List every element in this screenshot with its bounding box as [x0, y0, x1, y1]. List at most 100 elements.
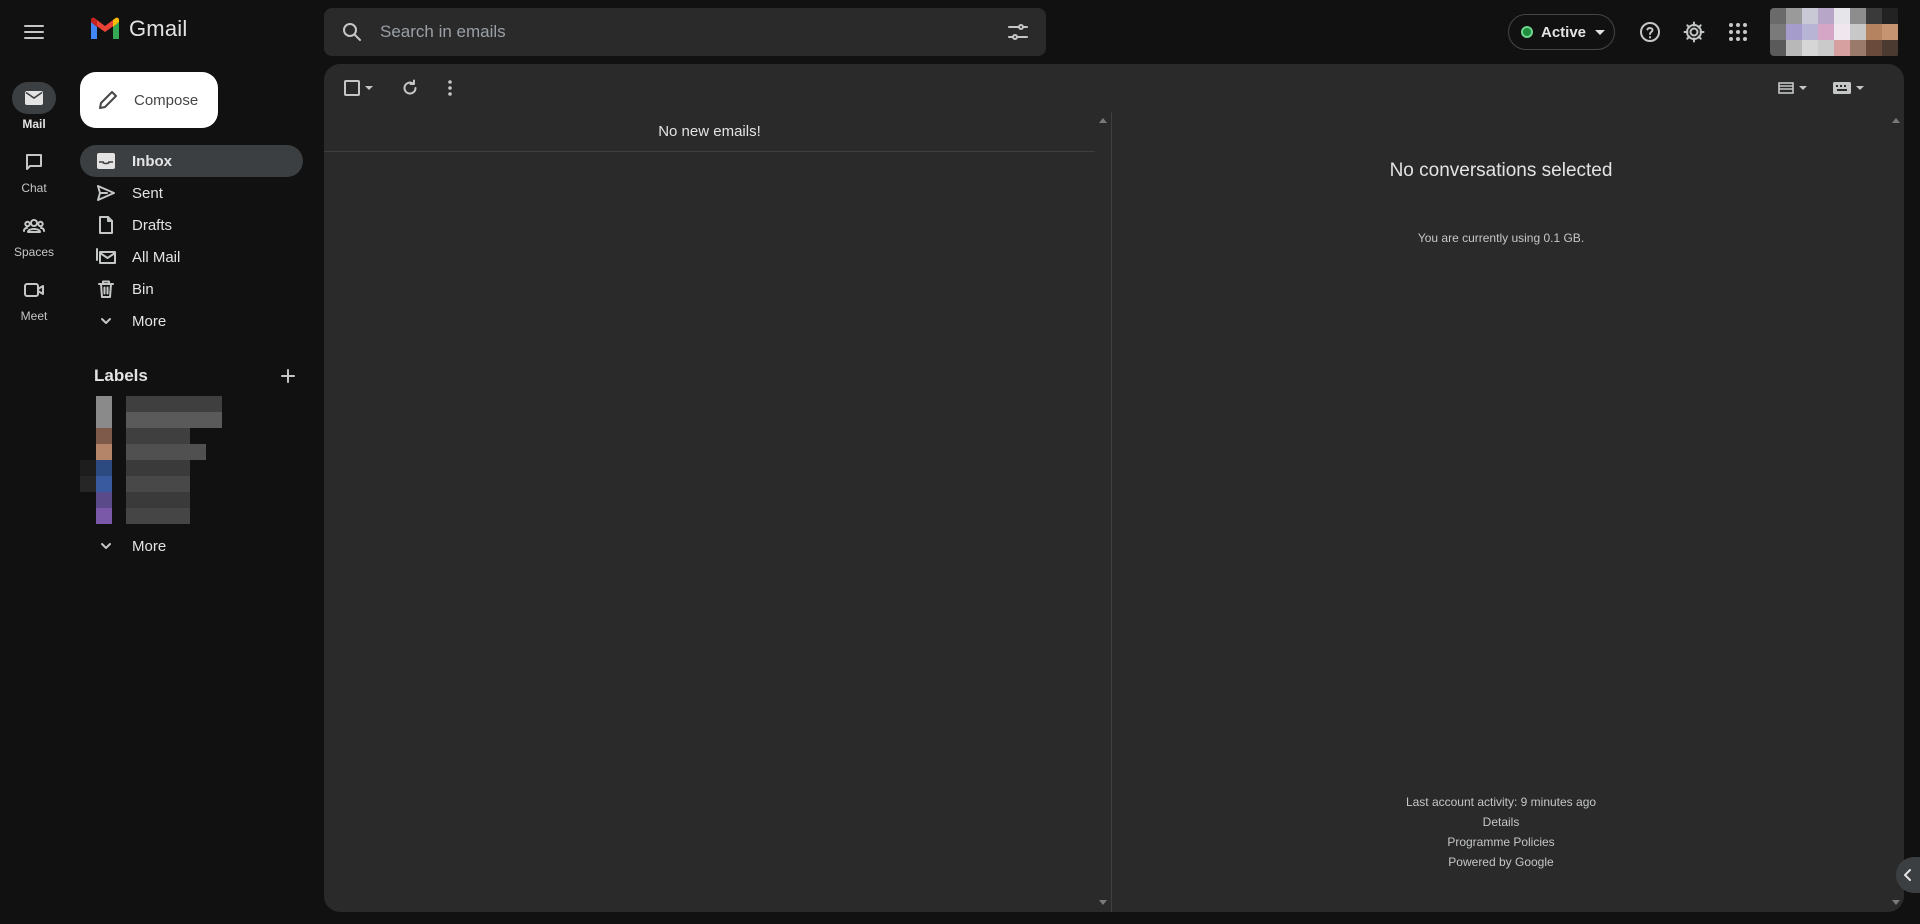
spaces-icon: [12, 210, 56, 242]
help-button[interactable]: [1630, 12, 1670, 52]
compose-label: Compose: [134, 91, 199, 109]
split-pane-toggle[interactable]: [1772, 72, 1812, 104]
caret-down-icon: [364, 86, 373, 90]
label-item[interactable]: [80, 492, 190, 508]
chevron-left-icon: [1904, 869, 1911, 881]
sidebar-item-all-mail[interactable]: All Mail: [80, 241, 303, 273]
label-item[interactable]: [80, 412, 222, 428]
bin-icon: [96, 279, 116, 299]
more-options-button[interactable]: [434, 72, 466, 104]
account-footer: Last account activity: 9 minutes ago Det…: [1116, 792, 1886, 872]
labels-more-label: More: [132, 537, 167, 555]
top-bar: Gmail Active: [0, 0, 1920, 64]
labels-list: [80, 396, 230, 524]
details-link[interactable]: Details: [1116, 812, 1886, 832]
chat-icon: [12, 146, 56, 178]
apps-icon: [1729, 23, 1747, 41]
scroll-up-icon[interactable]: [1892, 118, 1900, 123]
caret-down-icon: [1798, 86, 1807, 90]
help-icon: [1640, 22, 1660, 42]
labels-more-button[interactable]: More: [80, 530, 303, 562]
draft-icon: [96, 215, 116, 235]
sidebar-item-drafts[interactable]: Drafts: [80, 209, 303, 241]
keyboard-icon: [1832, 82, 1851, 94]
add-label-button[interactable]: [276, 364, 300, 388]
refresh-button[interactable]: [394, 72, 426, 104]
labels-title: Labels: [94, 366, 148, 385]
label-item[interactable]: [80, 428, 190, 444]
sidebar-item-sent[interactable]: Sent: [80, 177, 303, 209]
sidebar-item-label: All Mail: [132, 248, 181, 266]
search-input[interactable]: [380, 8, 940, 56]
reading-pane: No conversations selected You are curren…: [1116, 112, 1886, 912]
menu-icon: [24, 25, 44, 39]
settings-button[interactable]: [1674, 12, 1714, 52]
powered-by: Powered by Google: [1448, 855, 1554, 869]
compose-button[interactable]: Compose: [80, 72, 218, 128]
split-pane-icon: [1777, 82, 1794, 94]
rail-item-spaces[interactable]: Spaces: [0, 210, 68, 259]
input-tools-toggle[interactable]: [1828, 72, 1868, 104]
scroll-up-icon[interactable]: [1099, 118, 1107, 123]
mail-icon: [12, 82, 56, 114]
rail-label: Chat: [21, 181, 47, 195]
labels-more: More: [80, 530, 303, 562]
rail-item-meet[interactable]: Meet: [0, 274, 68, 323]
empty-inbox-message: No new emails!: [324, 112, 1095, 152]
last-activity: Last account activity: 9 minutes ago: [1405, 795, 1597, 809]
more-vert-icon: [448, 80, 452, 96]
search-icon[interactable]: [340, 20, 364, 44]
all-mail-icon: [96, 247, 116, 267]
sidebar-item-label: Drafts: [132, 216, 173, 234]
tune-icon[interactable]: [1006, 20, 1030, 44]
gear-icon: [1683, 21, 1705, 43]
status-dropdown[interactable]: Active: [1508, 14, 1615, 50]
gmail-m-icon: [91, 17, 119, 39]
status-dot-icon: [1521, 26, 1533, 38]
select-all-checkbox[interactable]: [338, 72, 378, 104]
label-item[interactable]: [80, 476, 190, 492]
gmail-logo[interactable]: Gmail: [89, 16, 187, 42]
status-label: Active: [1541, 23, 1587, 41]
checkbox-icon: [343, 80, 360, 96]
label-item[interactable]: [80, 508, 190, 524]
reading-pane-title: No conversations selected: [1389, 160, 1613, 181]
rail-label: Mail: [22, 117, 46, 131]
message-list: No new emails!: [324, 112, 1095, 912]
caret-down-icon: [1855, 86, 1864, 90]
main-menu-button[interactable]: [14, 12, 54, 52]
rail-label: Spaces: [13, 245, 55, 259]
account-avatar[interactable]: [1770, 8, 1900, 56]
inbox-icon: [96, 151, 116, 171]
scroll-down-icon[interactable]: [1099, 900, 1107, 905]
nav-list: Inbox Sent Drafts All Mail Bin More: [80, 145, 303, 337]
pane-divider[interactable]: [1111, 112, 1112, 912]
rail-item-mail[interactable]: Mail: [0, 82, 68, 131]
chevron-down-icon: [96, 536, 116, 556]
list-scrollbar[interactable]: [1095, 112, 1111, 912]
sidebar-item-label: Inbox: [132, 152, 172, 170]
caret-down-icon: [1595, 29, 1606, 35]
label-item[interactable]: [80, 460, 190, 476]
refresh-icon: [403, 79, 417, 95]
pencil-icon: [99, 91, 117, 109]
scroll-down-icon[interactable]: [1892, 900, 1900, 905]
programme-policies-link[interactable]: Programme Policies: [1116, 832, 1886, 852]
labels-header: Labels: [94, 364, 300, 388]
storage-usage: You are currently using 0.1 GB.: [1417, 231, 1585, 245]
list-toolbar: [324, 64, 1904, 112]
sidebar-item-label: More: [132, 312, 167, 330]
label-item[interactable]: [80, 444, 206, 460]
plus-icon: [281, 369, 295, 383]
apps-button[interactable]: [1718, 12, 1758, 52]
meet-icon: [12, 274, 56, 306]
label-item[interactable]: [80, 396, 222, 412]
sidebar-item-more[interactable]: More: [80, 305, 303, 337]
sidebar-item-bin[interactable]: Bin: [80, 273, 303, 305]
main-panel: No new emails! No conversations selected…: [324, 64, 1904, 912]
rail-item-chat[interactable]: Chat: [0, 146, 68, 195]
reading-scrollbar[interactable]: [1888, 112, 1904, 912]
sidebar-item-inbox[interactable]: Inbox: [80, 145, 303, 177]
search-bar[interactable]: [324, 8, 1046, 56]
app-name: Gmail: [129, 16, 188, 41]
